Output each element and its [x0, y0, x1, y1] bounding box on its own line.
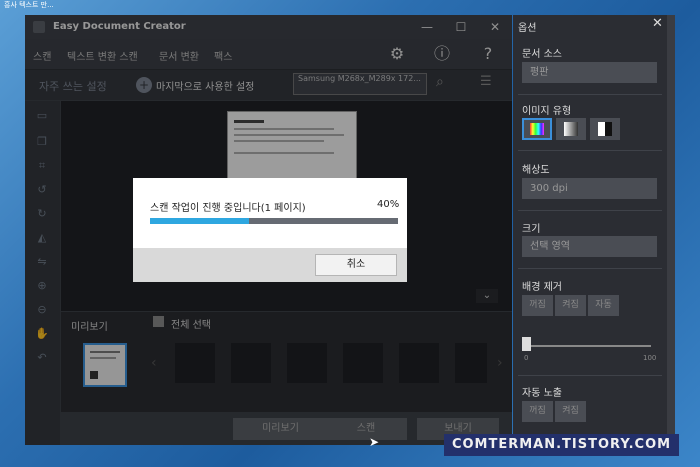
progress-message: 스캔 작업이 진행 중입니다(1 페이지) — [150, 203, 306, 214]
progress-percent: 40% — [377, 199, 400, 210]
watermark: COMTERMAN.TISTORY.COM — [444, 434, 679, 456]
mono-image-button[interactable] — [590, 118, 620, 140]
bg-remove-on[interactable]: 켜짐 — [555, 295, 586, 316]
scanner-select[interactable]: Samsung M268x_M289x 172... — [293, 73, 427, 95]
doc-source-select[interactable]: 평판 — [522, 62, 657, 83]
bg-remove-slider-handle[interactable] — [522, 337, 531, 351]
color-image-button[interactable] — [522, 118, 552, 140]
options-close-button[interactable]: ✕ — [652, 16, 663, 31]
auto-exposure-on[interactable]: 켜짐 — [555, 401, 586, 422]
image-type-label: 이미지 유형 — [522, 106, 572, 117]
progress-bar — [150, 218, 398, 224]
doc-source-label: 문서 소스 — [522, 49, 562, 60]
progress-bar-fill — [150, 218, 250, 224]
mouse-cursor-icon: ➤ — [369, 435, 380, 449]
scan-progress-dialog: 스캔 작업이 진행 중입니다(1 페이지) 40% 취소 — [133, 178, 407, 282]
bg-remove-auto[interactable]: 자동 — [588, 295, 619, 316]
divider — [518, 210, 662, 211]
resolution-label: 해상도 — [522, 165, 550, 176]
auto-exposure-label: 자동 노출 — [522, 388, 562, 399]
divider — [518, 268, 662, 269]
size-select[interactable]: 선택 영역 — [522, 236, 657, 257]
divider — [518, 94, 662, 95]
bg-remove-label: 배경 제거 — [522, 282, 562, 293]
divider — [518, 375, 662, 376]
slider-max-label: 100 — [643, 354, 657, 362]
desktop-corner-text: 흥사 텍스트 만... — [4, 1, 54, 9]
divider — [518, 150, 662, 151]
options-title: 옵션 — [518, 23, 537, 34]
bg-remove-off[interactable]: 꺼짐 — [522, 295, 553, 316]
cancel-button[interactable]: 취소 — [315, 254, 397, 276]
resolution-select[interactable]: 300 dpi — [522, 178, 657, 199]
slider-min-label: 0 — [524, 354, 529, 362]
size-label: 크기 — [522, 224, 541, 235]
bg-remove-slider-track[interactable] — [527, 345, 651, 347]
grayscale-image-button[interactable] — [556, 118, 586, 140]
auto-exposure-off[interactable]: 꺼짐 — [522, 401, 553, 422]
options-scrollbar[interactable] — [667, 15, 675, 445]
